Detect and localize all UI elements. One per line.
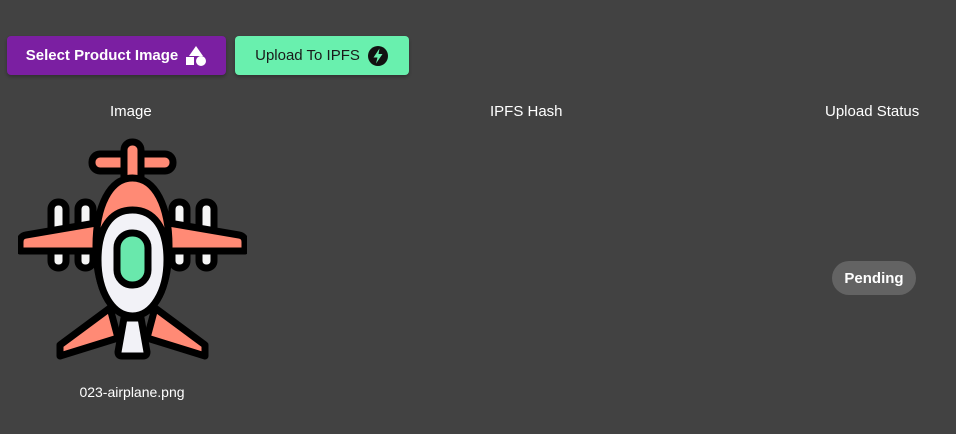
toolbar: Select Product Image Upload To IPFS xyxy=(7,36,409,75)
bolt-icon xyxy=(367,45,389,67)
status-badge: Pending xyxy=(832,261,916,295)
column-header-image: Image xyxy=(110,103,152,120)
select-product-image-button[interactable]: Select Product Image xyxy=(7,36,226,75)
upload-to-ipfs-button[interactable]: Upload To IPFS xyxy=(235,36,409,75)
select-product-image-label: Select Product Image xyxy=(25,47,179,64)
column-header-upload-status: Upload Status xyxy=(825,103,920,120)
upload-to-ipfs-label: Upload To IPFS xyxy=(255,47,360,64)
ipfs-hash-value xyxy=(440,270,610,288)
file-name: 023-airplane.png xyxy=(79,384,185,400)
column-header-ipfs-hash: IPFS Hash xyxy=(490,103,563,120)
shapes-icon xyxy=(185,45,207,67)
airplane-icon xyxy=(16,138,249,365)
